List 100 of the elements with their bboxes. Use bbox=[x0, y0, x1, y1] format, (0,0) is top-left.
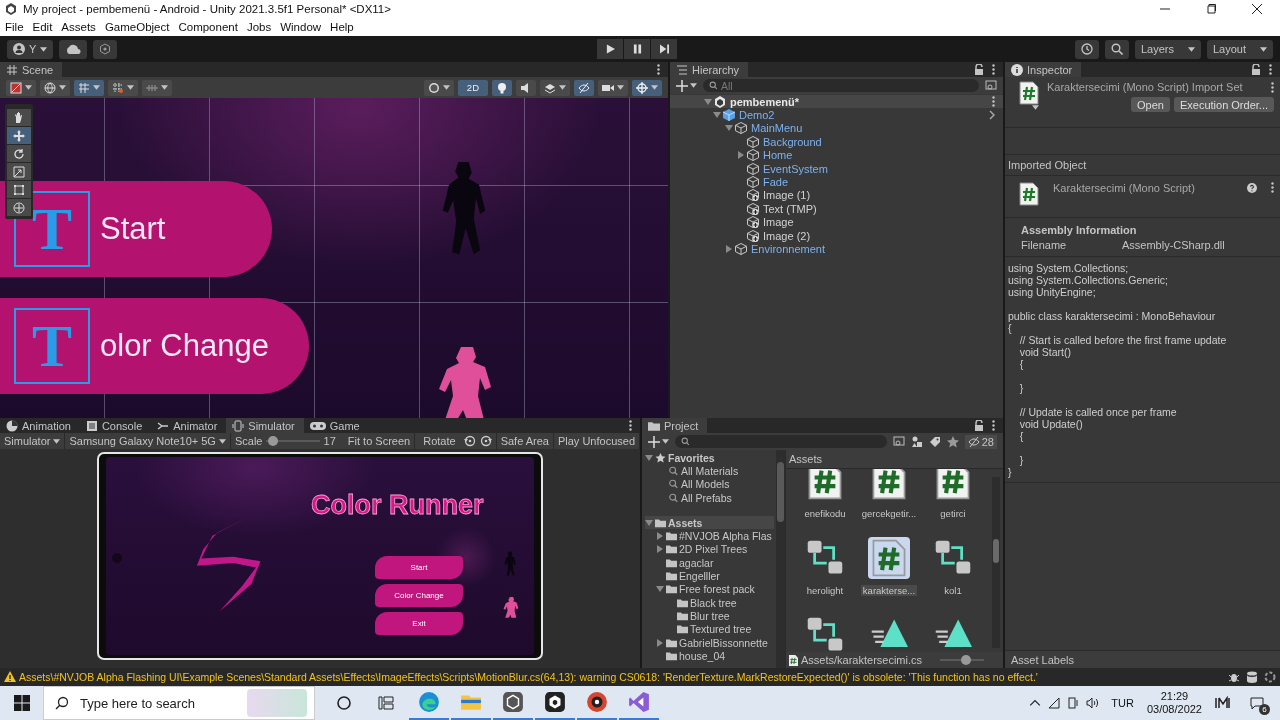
favorite-search-item[interactable]: All Materials bbox=[645, 464, 774, 478]
collab-button[interactable] bbox=[93, 39, 118, 59]
add-button[interactable] bbox=[648, 435, 669, 448]
more-menu-icon[interactable] bbox=[992, 64, 995, 75]
scene-viewport[interactable]: T Start T olor Change bbox=[0, 98, 668, 418]
hierarchy-item[interactable]: MainMenu bbox=[701, 121, 803, 135]
scale-slider[interactable] bbox=[266, 436, 320, 446]
hierarchy-item[interactable]: Fade bbox=[701, 175, 789, 189]
hierarchy-item[interactable]: Home bbox=[701, 148, 793, 162]
folder-item[interactable]: Engelller bbox=[645, 569, 774, 583]
menu-item[interactable]: Window bbox=[280, 21, 322, 33]
folder-item[interactable]: Blur tree bbox=[645, 609, 774, 623]
folder-item[interactable]: Black tree bbox=[645, 595, 774, 610]
menu-item[interactable]: Jobs bbox=[246, 21, 272, 33]
expand-arrow-icon[interactable] bbox=[656, 638, 664, 647]
clock-date[interactable]: 03/08/2022 bbox=[1146, 703, 1202, 716]
rotate-left-icon[interactable] bbox=[463, 435, 476, 447]
input-language[interactable]: TUR bbox=[1111, 697, 1134, 709]
rotate-right-icon[interactable] bbox=[479, 435, 492, 447]
scrollbar[interactable] bbox=[992, 477, 1000, 648]
snap-button[interactable] bbox=[74, 79, 104, 96]
grid-button[interactable] bbox=[108, 79, 138, 96]
more-menu-icon[interactable] bbox=[629, 420, 632, 431]
scale-tool-button[interactable] bbox=[7, 163, 31, 180]
more-menu-icon[interactable] bbox=[992, 96, 995, 108]
ime-icon[interactable] bbox=[1215, 696, 1231, 710]
notification-button[interactable]: 6 bbox=[1244, 693, 1270, 713]
tag-icon[interactable] bbox=[928, 435, 941, 448]
globe-button[interactable] bbox=[40, 79, 70, 96]
menu-item[interactable]: Assets bbox=[61, 21, 96, 33]
asset-item[interactable]: enefikodu bbox=[793, 469, 857, 537]
scene-search-icon[interactable] bbox=[892, 435, 905, 448]
more-menu-icon[interactable] bbox=[657, 64, 660, 75]
inspector-button[interactable]: Execution Order... bbox=[1173, 97, 1274, 112]
menu-item[interactable]: Help bbox=[330, 21, 354, 33]
windows-start-icon[interactable] bbox=[14, 695, 30, 711]
device-icon[interactable] bbox=[1067, 697, 1080, 709]
draw-mode-button[interactable] bbox=[6, 79, 36, 96]
search-field[interactable]: All bbox=[703, 79, 979, 92]
hierarchy-item[interactable]: Demo2 bbox=[701, 108, 775, 122]
pause-button[interactable] bbox=[624, 39, 650, 59]
search-button[interactable] bbox=[1105, 39, 1129, 59]
hierarchy-item[interactable]: EventSystem bbox=[701, 162, 828, 176]
asset-item[interactable]: gercekgetir... bbox=[857, 469, 921, 537]
star-icon[interactable] bbox=[946, 435, 959, 448]
history-button[interactable] bbox=[1075, 39, 1099, 59]
scrollbar[interactable] bbox=[776, 450, 785, 668]
expand-arrow-icon[interactable] bbox=[656, 585, 664, 594]
hierarchy-item[interactable]: Image (2) bbox=[701, 229, 811, 243]
panel-tab[interactable]: Animator bbox=[151, 418, 227, 433]
type-filter-icon[interactable] bbox=[910, 435, 923, 448]
asset-item[interactable]: herolight bbox=[793, 537, 857, 614]
effects-toggle[interactable] bbox=[540, 79, 570, 96]
lock-icon[interactable] bbox=[974, 64, 984, 75]
lock-icon[interactable] bbox=[1251, 64, 1261, 75]
add-button[interactable] bbox=[676, 79, 697, 92]
menu-item[interactable]: Component bbox=[178, 21, 238, 33]
chevron-up-icon[interactable] bbox=[1029, 697, 1042, 709]
hierarchy-item[interactable]: Image (1) bbox=[701, 188, 811, 202]
favorites-item[interactable]: Favorites bbox=[645, 451, 774, 465]
render-mode-button[interactable] bbox=[423, 79, 454, 96]
hierarchy-item[interactable]: Background bbox=[701, 135, 822, 149]
favorite-search-item[interactable]: All Prefabs bbox=[645, 490, 774, 505]
increment-button[interactable] bbox=[142, 79, 172, 96]
inspector-button[interactable]: Open bbox=[1131, 97, 1170, 112]
rotate-tool-button[interactable] bbox=[7, 145, 31, 162]
transform-tool-button[interactable] bbox=[7, 199, 31, 216]
more-menu-icon[interactable] bbox=[992, 420, 995, 431]
more-menu-icon[interactable] bbox=[1269, 64, 1272, 75]
audio-toggle[interactable] bbox=[516, 79, 536, 96]
hierarchy-item[interactable]: Image bbox=[701, 215, 794, 229]
panel-tab[interactable]: Simulator bbox=[226, 418, 304, 433]
clock-time[interactable]: 21:29 bbox=[1160, 690, 1189, 703]
expand-arrow-icon[interactable] bbox=[704, 97, 712, 106]
menu-item[interactable]: GameObject bbox=[104, 21, 170, 33]
folder-item[interactable]: agaclar bbox=[645, 556, 774, 570]
game-screen[interactable]: Color Runner Start Color Change Exit bbox=[106, 457, 534, 655]
search-field[interactable] bbox=[675, 435, 887, 448]
more-menu-icon[interactable] bbox=[1271, 81, 1274, 93]
more-menu-icon[interactable] bbox=[1271, 182, 1274, 193]
breadcrumb[interactable]: Assets bbox=[786, 450, 1003, 469]
cloud-button[interactable] bbox=[59, 39, 88, 59]
expand-arrow-icon[interactable] bbox=[737, 151, 745, 160]
asset-item[interactable]: karakterse... bbox=[857, 537, 921, 614]
expand-arrow-icon[interactable] bbox=[656, 545, 664, 554]
asset-item[interactable]: getirci bbox=[921, 469, 985, 537]
chevron-right-icon[interactable] bbox=[989, 110, 995, 121]
folder-item[interactable]: Assets bbox=[645, 516, 774, 530]
panel-tab[interactable]: Console bbox=[79, 418, 152, 433]
database-icon[interactable] bbox=[1246, 671, 1258, 683]
hierarchy-tab[interactable]: Hierarchy bbox=[670, 62, 749, 77]
hidden-packages-button[interactable]: 28 bbox=[964, 434, 997, 449]
bug-icon[interactable] bbox=[1228, 671, 1240, 683]
rect-tool-button[interactable] bbox=[7, 181, 31, 198]
gizmos-button[interactable] bbox=[632, 79, 662, 96]
account-button[interactable]: Y bbox=[7, 39, 54, 59]
menu-item[interactable]: File bbox=[5, 21, 24, 33]
favorite-search-item[interactable]: All Models bbox=[645, 477, 774, 491]
lock-icon[interactable] bbox=[974, 420, 984, 431]
layers-dropdown[interactable]: Layers bbox=[1135, 39, 1201, 59]
